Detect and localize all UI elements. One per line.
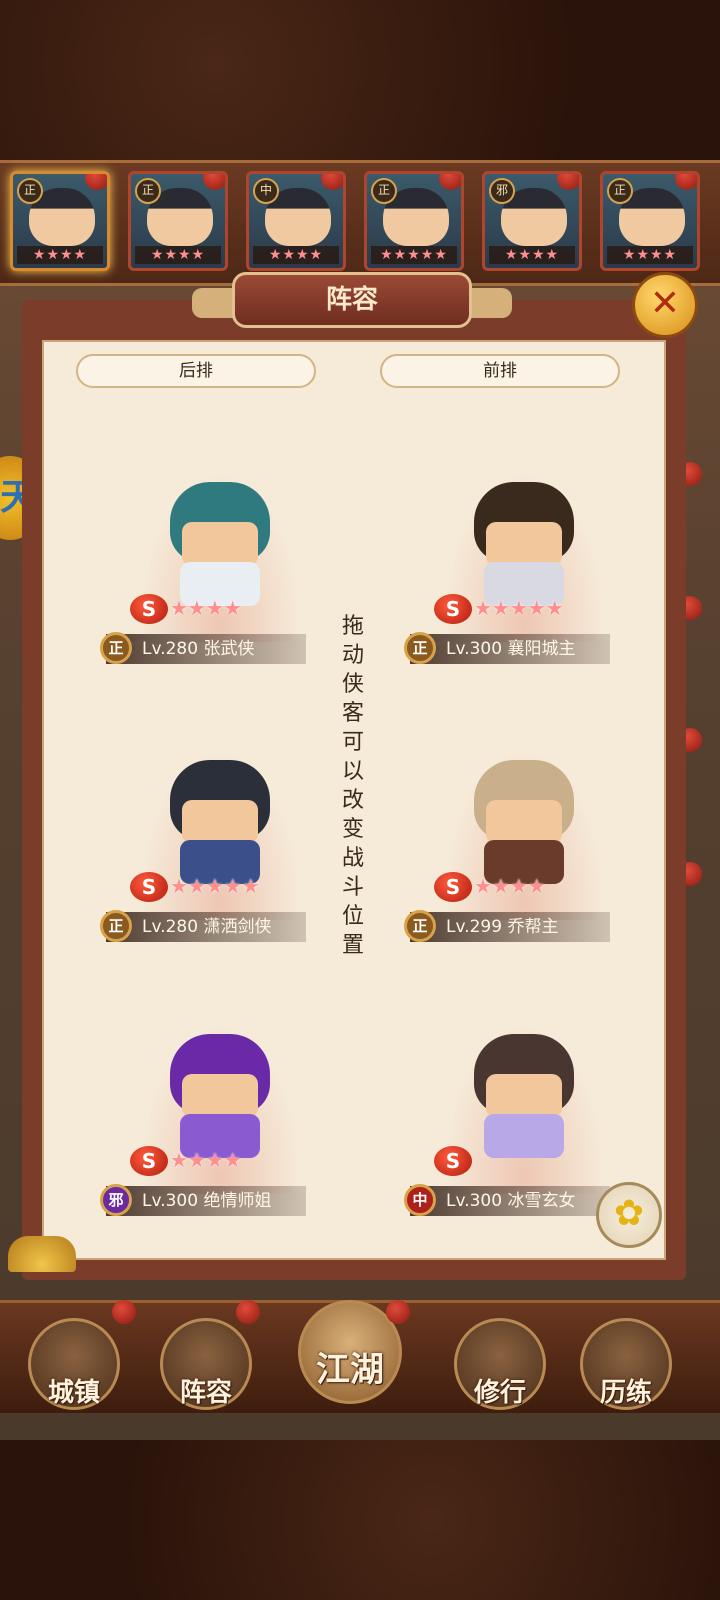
hero-name-bar: Lv.300 襄阳城主 (410, 634, 610, 664)
hero-card[interactable]: 正 ★★★★ (128, 171, 228, 271)
close-button[interactable]: ✕ (632, 272, 698, 338)
star-rating: ★★★★★ (371, 246, 457, 264)
nav-label: 修行 (473, 1378, 526, 1408)
notification-dot (386, 1300, 410, 1324)
faction-badge: 邪 (100, 1184, 132, 1216)
hero-name: 潇洒剑侠 (203, 917, 272, 937)
notification-dot (236, 1300, 260, 1324)
hero-level: Lv.299 (446, 917, 503, 937)
notification-dot (439, 174, 461, 190)
hero-face (486, 800, 562, 844)
hero-name-bar: Lv.300 绝情师姐 (106, 1186, 306, 1216)
s-rank-icon: S (434, 594, 472, 624)
nav-label: 城镇 (47, 1378, 100, 1408)
hero-level: Lv.280 (142, 639, 199, 659)
hero-strip: 正 ★★★★ 正 ★★★★ 中 ★★★★ 正 ★★★★★ 邪 ★★★★ 正 ★★★★ (0, 160, 720, 286)
hero-level: Lv.300 (142, 1191, 199, 1211)
hero-name-bar: Lv.299 乔帮主 (410, 912, 610, 942)
star-rating: ★★★★ (135, 246, 221, 264)
notification-dot (112, 1300, 136, 1324)
star-rating: ★★★★ (474, 874, 546, 898)
notification-dot (203, 174, 225, 190)
star-rating: ★★★★ (170, 596, 242, 620)
notification-dot (85, 174, 107, 190)
hero-card[interactable]: 正 ★★★★ (10, 171, 110, 271)
faction-badge: 正 (17, 178, 43, 204)
hero-card[interactable]: 邪 ★★★★ (482, 171, 582, 271)
hero-name: 冰雪玄女 (507, 1191, 576, 1211)
star-rating: ★★★★★ (474, 596, 564, 620)
s-rank-icon: S (130, 1146, 168, 1176)
notification-dot (557, 174, 579, 190)
hero-name: 襄阳城主 (507, 639, 576, 659)
hero-face (182, 800, 258, 844)
s-rank-icon: S (434, 872, 472, 902)
s-rank-icon: S (130, 872, 168, 902)
hero-slot-back-3[interactable]: S ★★★★ Lv.300 绝情师姐邪 (100, 1004, 340, 1224)
nav-label: 江湖 (316, 1350, 384, 1390)
top-background (0, 0, 720, 160)
hero-name-bar: Lv.280 潇洒剑侠 (106, 912, 306, 942)
bottom-background (0, 1440, 720, 1600)
faction-badge: 正 (135, 178, 161, 204)
faction-badge: 正 (404, 910, 436, 942)
hero-card[interactable]: 正 ★★★★★ (364, 171, 464, 271)
hero-name: 乔帮主 (507, 917, 559, 937)
hero-name: 张武侠 (203, 639, 255, 659)
hero-name-bar: Lv.280 张武侠 (106, 634, 306, 664)
flower-icon: ✿ (613, 1193, 645, 1234)
hero-card[interactable]: 中 ★★★★ (246, 171, 346, 271)
hero-level: Lv.300 (446, 639, 503, 659)
star-rating: ★★★★ (17, 246, 103, 264)
faction-badge: 正 (607, 178, 633, 204)
hero-name: 绝情师姐 (203, 1191, 272, 1211)
hero-body (484, 1114, 564, 1158)
hero-slot-back-1[interactable]: S ★★★★ Lv.280 张武侠正 (100, 452, 340, 672)
nav-label: 阵容 (179, 1378, 232, 1408)
faction-badge: 正 (371, 178, 397, 204)
hero-face (182, 522, 258, 566)
star-rating: ★★★★ (170, 1148, 242, 1172)
drag-hint-text: 拖动侠客可以改变战斗位置 (341, 614, 364, 958)
front-row-label: 前排 (380, 354, 620, 388)
hero-level: Lv.280 (142, 917, 199, 937)
formation-button[interactable]: ✿ (596, 1182, 662, 1248)
hero-slot-front-1[interactable]: S ★★★★★ Lv.300 襄阳城主正 (404, 452, 644, 672)
faction-badge: 中 (253, 178, 279, 204)
hero-slot-back-2[interactable]: S ★★★★★ Lv.280 潇洒剑侠正 (100, 730, 340, 950)
hero-slot-front-2[interactable]: S ★★★★ Lv.299 乔帮主正 (404, 730, 644, 950)
notification-dot (675, 174, 697, 190)
hero-card[interactable]: 正 ★★★★ (600, 171, 700, 271)
hero-face (486, 1074, 562, 1118)
faction-badge: 正 (404, 632, 436, 664)
panel-title: 阵容 (232, 272, 472, 328)
faction-badge: 邪 (489, 178, 515, 204)
star-rating: ★★★★ (253, 246, 339, 264)
faction-badge: 正 (100, 632, 132, 664)
hero-face (486, 522, 562, 566)
star-rating: ★★★★ (489, 246, 575, 264)
notification-dot (321, 174, 343, 190)
s-rank-icon: S (130, 594, 168, 624)
hero-level: Lv.300 (446, 1191, 503, 1211)
star-rating: ★★★★ (607, 246, 693, 264)
faction-badge: 中 (404, 1184, 436, 1216)
back-row-label: 后排 (76, 354, 316, 388)
star-rating: ★★★★★ (170, 874, 260, 898)
nav-label: 历练 (599, 1378, 652, 1408)
s-rank-icon: S (434, 1146, 472, 1176)
cloud-ornament-icon (8, 1236, 76, 1272)
hero-name-bar: Lv.300 冰雪玄女 (410, 1186, 610, 1216)
faction-badge: 正 (100, 910, 132, 942)
hero-face (182, 1074, 258, 1118)
close-icon: ✕ (649, 283, 681, 324)
